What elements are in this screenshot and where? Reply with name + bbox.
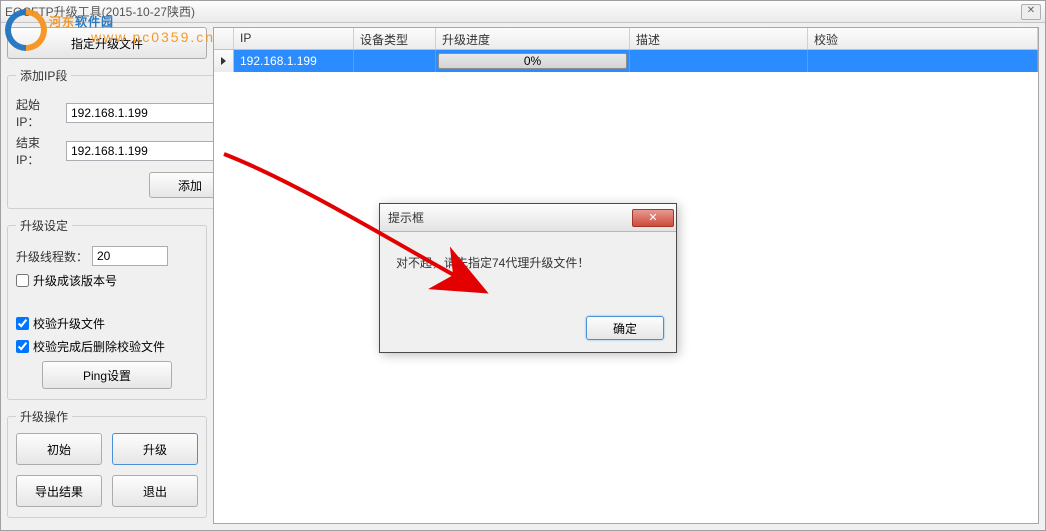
verify-checkbox[interactable] [16,317,29,330]
cell-device [354,50,436,72]
threads-label: 升级线程数： [16,248,88,265]
window-title: EOCFTP升级工具(2015-10-27陕西) [5,3,195,20]
cell-desc [630,50,808,72]
init-button[interactable]: 初始 [16,433,102,465]
col-check[interactable]: 校验 [808,28,1038,49]
end-ip-label: 结束IP： [16,134,62,168]
end-ip-input[interactable] [66,141,231,161]
window-close-button[interactable]: ✕ [1021,4,1041,20]
ip-range-group: 添加IP段 起始IP： 结束IP： 添加 [7,67,240,209]
dialog-titlebar: 提示框 ✕ [380,204,676,232]
cell-progress: 0% [436,50,630,72]
col-device[interactable]: 设备类型 [354,28,436,49]
cell-check [808,50,1038,72]
progress-bar: 0% [438,53,627,69]
dialog-title: 提示框 [388,209,424,226]
row-indicator-icon [214,50,234,72]
start-ip-input[interactable] [66,103,231,123]
col-ip[interactable]: IP [234,28,354,49]
upgrade-ops-legend: 升级操作 [16,408,72,425]
sidebar: 指定升级文件 添加IP段 起始IP： 结束IP： 添加 升级设定 升级线 [7,27,207,524]
delete-verify-checkbox[interactable] [16,340,29,353]
exit-button[interactable]: 退出 [112,475,198,507]
titlebar: EOCFTP升级工具(2015-10-27陕西) ✕ [1,1,1045,23]
version-checkbox[interactable] [16,274,29,287]
delete-verify-checkbox-label: 校验完成后删除校验文件 [33,338,165,355]
alert-dialog: 提示框 ✕ 对不起，请先指定74代理升级文件！ 确定 [379,203,677,353]
col-progress[interactable]: 升级进度 [436,28,630,49]
table-header: IP 设备类型 升级进度 描述 校验 [214,28,1038,50]
upgrade-settings-group: 升级设定 升级线程数： 升级成该版本号 校验升级文件 校验完成后删除校验文件 [7,217,207,400]
col-desc[interactable]: 描述 [630,28,808,49]
row-header-spacer [214,28,234,49]
ping-settings-button[interactable]: Ping设置 [42,361,172,389]
progress-text: 0% [524,54,541,68]
upgrade-ops-group: 升级操作 初始 升级 导出结果 退出 [7,408,207,518]
table-row[interactable]: 192.168.1.199 0% [214,50,1038,72]
upgrade-settings-legend: 升级设定 [16,217,72,234]
ip-range-legend: 添加IP段 [16,67,71,84]
export-result-button[interactable]: 导出结果 [16,475,102,507]
threads-input[interactable] [92,246,168,266]
dialog-ok-button[interactable]: 确定 [586,316,664,340]
cell-ip: 192.168.1.199 [234,50,354,72]
select-upgrade-file-button[interactable]: 指定升级文件 [7,27,207,59]
version-checkbox-label: 升级成该版本号 [33,272,117,289]
main-window: EOCFTP升级工具(2015-10-27陕西) ✕ 指定升级文件 添加IP段 … [0,0,1046,531]
dialog-close-button[interactable]: ✕ [632,209,674,227]
verify-checkbox-label: 校验升级文件 [33,315,105,332]
start-ip-label: 起始IP： [16,96,62,130]
dialog-message: 对不起，请先指定74代理升级文件！ [380,232,676,281]
upgrade-button[interactable]: 升级 [112,433,198,465]
